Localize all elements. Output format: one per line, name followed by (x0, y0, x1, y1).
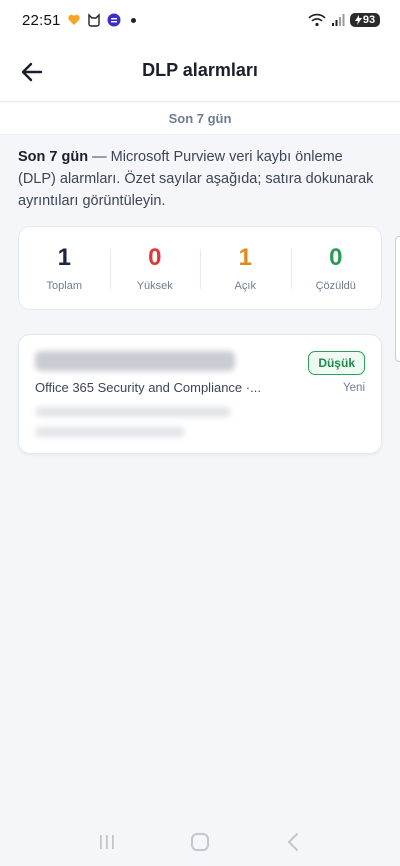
heart-notification-icon (67, 14, 80, 25)
home-button[interactable] (180, 822, 220, 862)
recent-apps-button[interactable] (87, 822, 127, 862)
signal-icon (332, 14, 345, 26)
status-bar: 22:51 93 (0, 0, 400, 40)
battery-indicator: 93 (350, 13, 380, 27)
stat-open: 1 Açık (200, 227, 291, 309)
page-description: Son 7 gün — Microsoft Purview veri kaybı… (18, 146, 384, 212)
stat-open-label: Açık (234, 280, 256, 292)
system-nav-bar (0, 818, 400, 866)
back-button[interactable] (14, 54, 50, 90)
stat-total-label: Toplam (46, 280, 82, 292)
status-right: 93 (308, 13, 380, 27)
period-filter-label: Son 7 gün (168, 111, 232, 126)
stat-total: 1 Toplam (19, 227, 110, 309)
severity-badge: Düşük (308, 351, 365, 375)
back-nav-button[interactable] (273, 822, 313, 862)
app-notification-icon (107, 13, 121, 27)
charging-bolt-icon (354, 15, 362, 25)
alert-list-item[interactable]: Düşük Office 365 Security and Compliance… (18, 334, 382, 454)
arrow-left-icon (21, 62, 43, 82)
page-title: DLP alarmları (142, 60, 258, 80)
alert-status: Yeni (343, 382, 365, 394)
wifi-icon (308, 13, 326, 27)
more-notifications-dot (130, 17, 136, 23)
stat-total-value: 1 (57, 244, 71, 271)
summary-card: 1 Toplam 0 Yüksek 1 Açık 0 Çözüldü (18, 226, 382, 310)
stat-resolved: 0 Çözüldü (290, 227, 382, 309)
edge-panel-handle[interactable] (395, 236, 400, 362)
description-period: Son 7 gün (18, 149, 89, 165)
app-bar: DLP alarmları (0, 40, 400, 102)
period-filter[interactable]: Son 7 gün (0, 103, 400, 135)
redacted-alert-detail-1 (35, 407, 231, 417)
stat-open-value: 1 (238, 244, 252, 271)
battery-level: 93 (362, 14, 376, 26)
status-left: 22:51 (22, 12, 136, 29)
recent-apps-icon (99, 835, 114, 849)
stat-high: 0 Yüksek (109, 227, 201, 309)
stat-high-label: Yüksek (136, 280, 173, 292)
redacted-alert-detail-2 (35, 427, 185, 437)
cat-notification-icon (87, 13, 100, 27)
status-time: 22:51 (22, 11, 61, 29)
redacted-alert-title (35, 351, 235, 371)
home-icon (190, 833, 209, 851)
stat-resolved-value: 0 (329, 244, 343, 271)
stat-resolved-label: Çözüldü (315, 280, 356, 292)
alert-source: Office 365 Security and Compliance ·... (35, 380, 261, 395)
chevron-left-icon (288, 833, 299, 851)
stat-high-value: 0 (148, 244, 162, 271)
